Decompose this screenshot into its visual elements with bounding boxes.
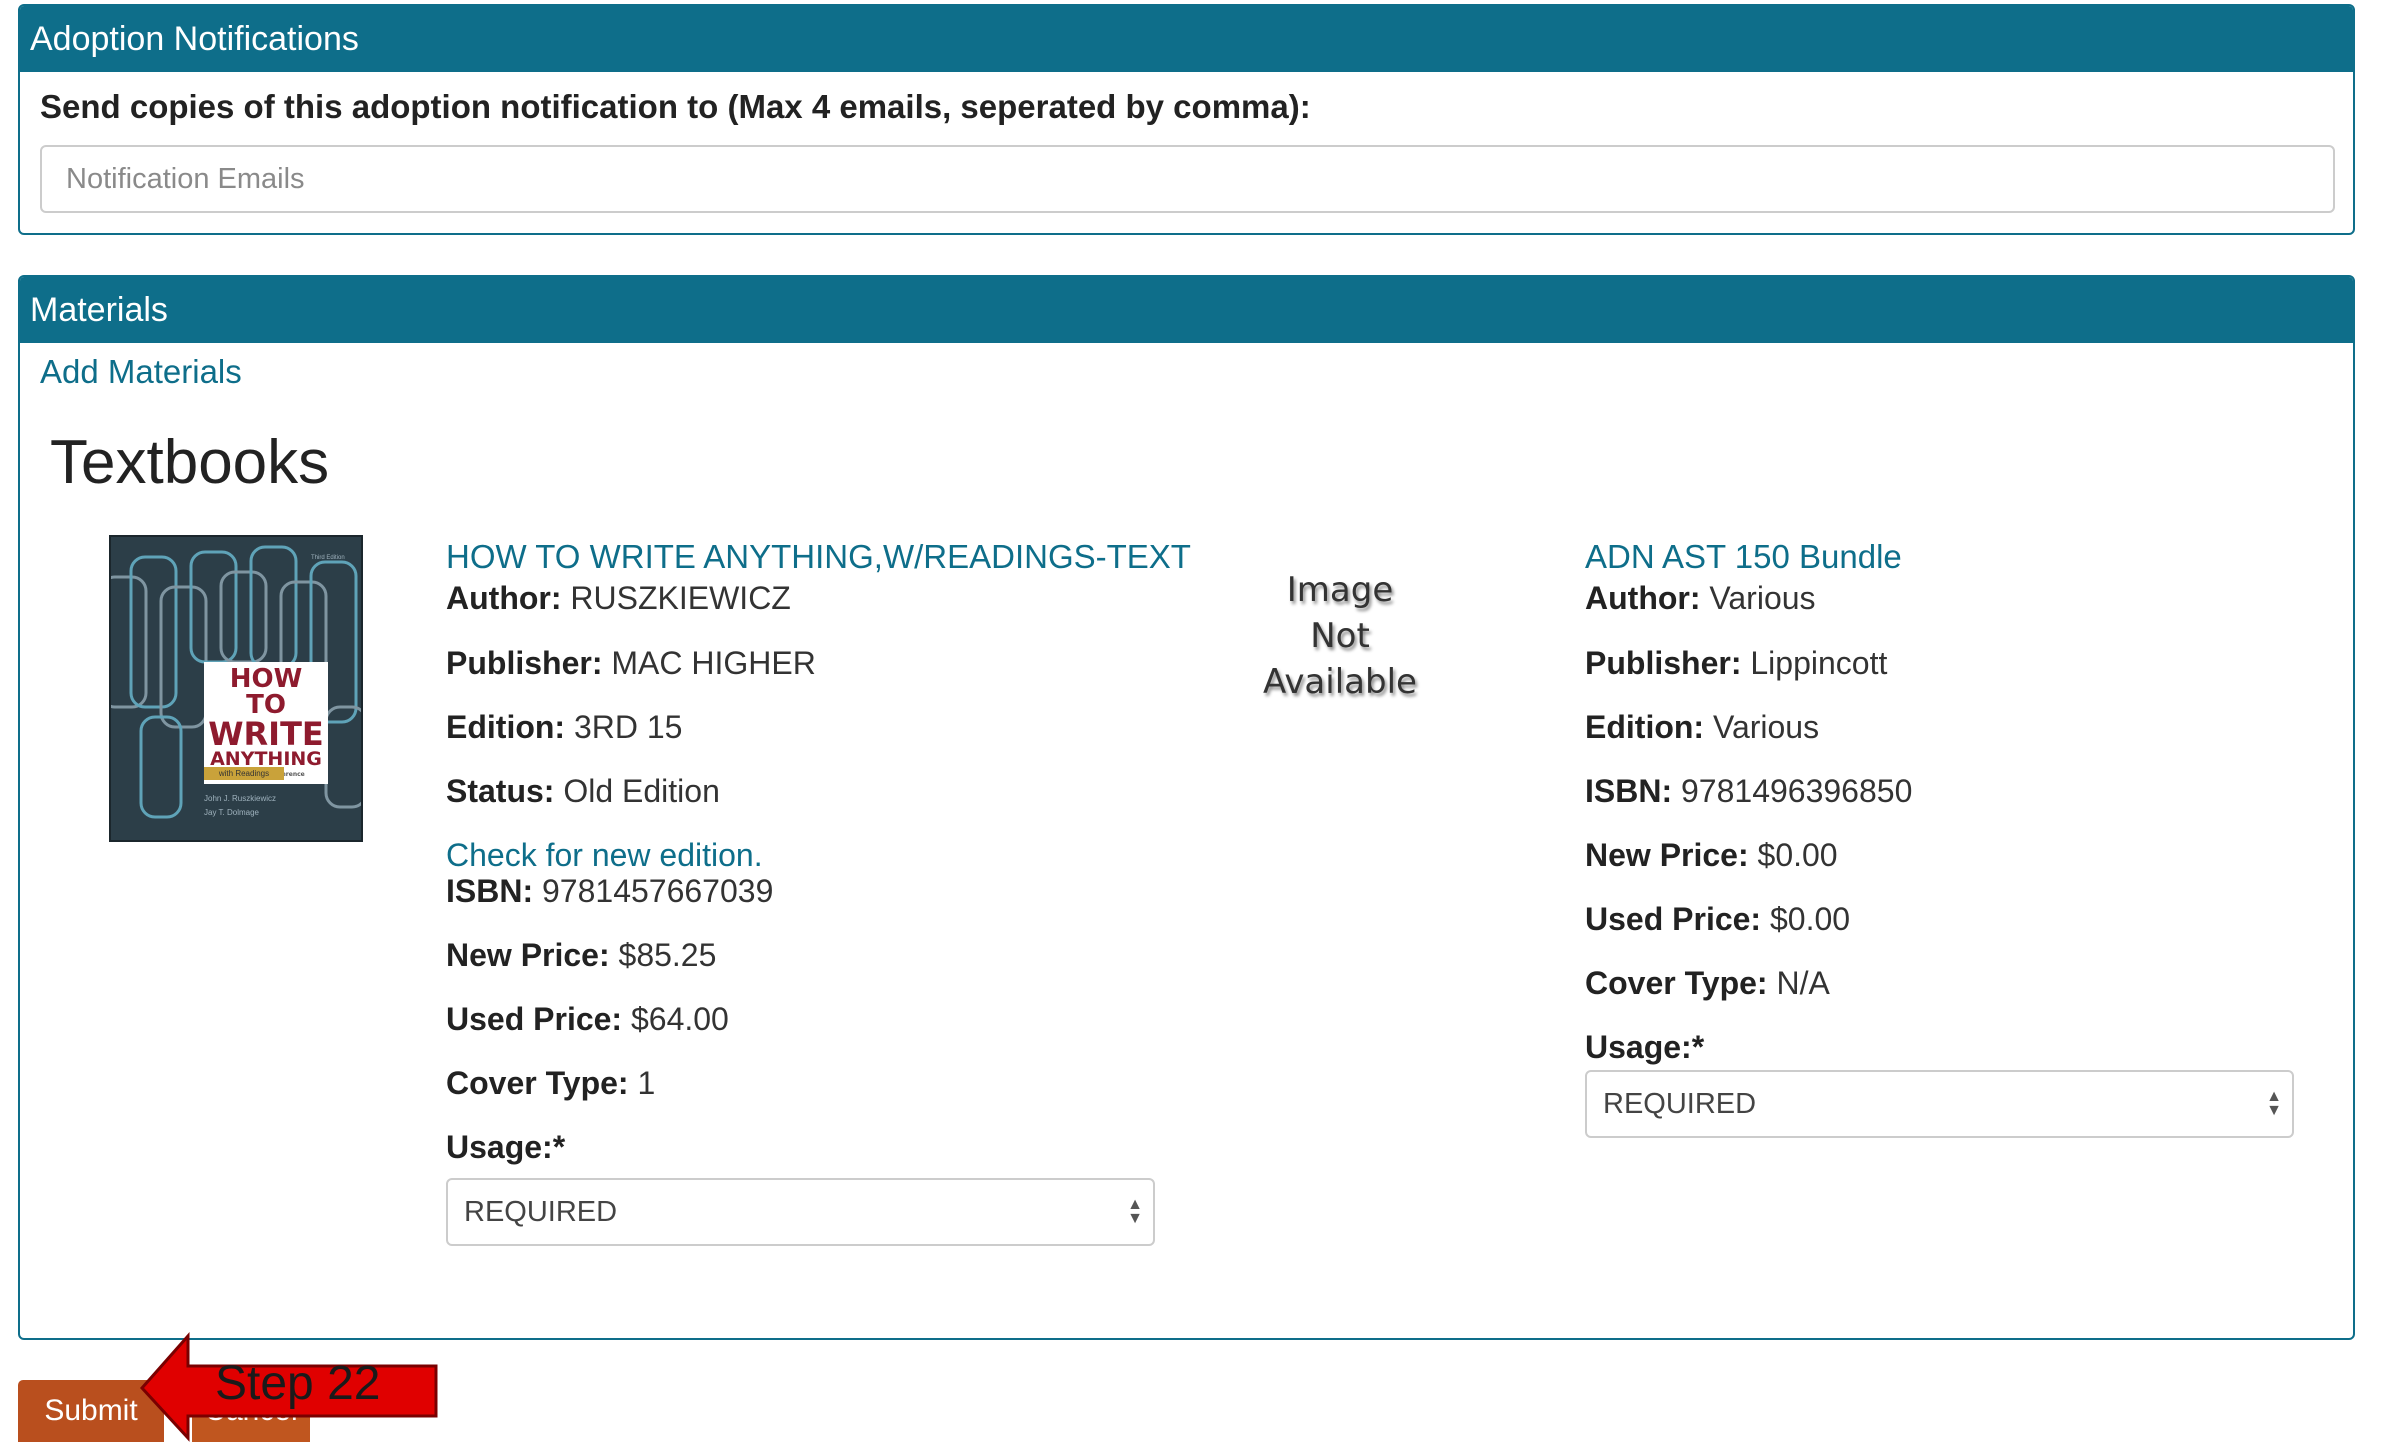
- step-callout-text: Step 22: [215, 1357, 381, 1410]
- book-2-usage-select[interactable]: REQUIRED ▲ ▼: [1585, 1070, 2294, 1138]
- book-1-details: HOW TO WRITE ANYTHING,W/READINGS-TEXT Au…: [446, 536, 1191, 1168]
- book-1-usage-value: REQUIRED: [464, 1196, 618, 1228]
- book-1-title-link[interactable]: HOW TO WRITE ANYTHING,W/READINGS-TEXT: [446, 536, 1191, 578]
- book-2-cover-type: Cover Type: N/A: [1585, 965, 1830, 1001]
- cover-edition-tag: Third Edition: [311, 555, 345, 561]
- no-image-line2: Not: [1310, 616, 1370, 656]
- book-2-new-price: New Price: $0.00: [1585, 837, 1838, 873]
- book-1-isbn: ISBN: 9781457667039: [446, 873, 774, 909]
- book-2-details: ADN AST 150 Bundle Author: Various Publi…: [1585, 536, 1912, 1068]
- book-1-usage-select[interactable]: REQUIRED ▲ ▼: [446, 1178, 1155, 1246]
- select-arrows-icon: ▲ ▼: [2266, 1088, 2282, 1119]
- adoption-notifications-panel: Adoption Notifications Send copies of th…: [18, 4, 2355, 235]
- book-1-new-price: New Price: $85.25: [446, 937, 717, 973]
- book-cover-image: Third Edition HOW TO WRITE ANYTHING A Gu…: [109, 535, 363, 842]
- cover-title-line1: HOW TO: [229, 664, 303, 720]
- book-2-usage-label: Usage:*: [1585, 1029, 1705, 1065]
- cover-title-line2: WRITE: [208, 715, 324, 753]
- cover-author2: Jay T. Dolmage: [204, 808, 259, 817]
- cover-authors: John J. Ruszkiewicz Jay T. Dolmage: [204, 792, 276, 820]
- book-1-used-price: Used Price: $64.00: [446, 1001, 729, 1037]
- book-2-publisher: Publisher: Lippincott: [1585, 645, 1888, 681]
- book-1-author: Author: RUSZKIEWICZ: [446, 580, 791, 616]
- add-materials-link[interactable]: Add Materials: [40, 353, 242, 391]
- book-2-title-link[interactable]: ADN AST 150 Bundle: [1585, 536, 1912, 578]
- cover-pill: with Readings: [204, 767, 284, 780]
- no-image-line3: Available: [1263, 662, 1417, 702]
- book-2-author: Author: Various: [1585, 580, 1816, 616]
- cover-title-block: HOW TO WRITE ANYTHING A Guide and Refere…: [204, 662, 328, 784]
- notification-emails-input[interactable]: [40, 145, 2335, 213]
- select-arrows-icon: ▲ ▼: [1127, 1196, 1143, 1227]
- book-1-cover-type: Cover Type: 1: [446, 1065, 656, 1101]
- book-1-usage-label: Usage:*: [446, 1129, 566, 1165]
- materials-panel: Materials Add Materials Textbooks Third …: [18, 275, 2355, 1340]
- book-2-used-price: Used Price: $0.00: [1585, 901, 1851, 937]
- book-1-status: Status: Old Edition: [446, 773, 720, 809]
- notification-emails-label: Send copies of this adoption notificatio…: [40, 88, 1311, 125]
- book-2-edition: Edition: Various: [1585, 709, 1820, 745]
- adoption-notifications-header: Adoption Notifications: [20, 6, 2353, 72]
- book-1-publisher: Publisher: MAC HIGHER: [446, 645, 816, 681]
- book-2-isbn: ISBN: 9781496396850: [1585, 773, 1913, 809]
- no-image-line1: Image: [1286, 570, 1394, 610]
- book-1-edition: Edition: 3RD 15: [446, 709, 683, 745]
- book-2-usage-value: REQUIRED: [1603, 1088, 1757, 1120]
- materials-header: Materials: [20, 277, 2353, 343]
- cover-author1: John J. Ruszkiewicz: [204, 794, 277, 803]
- textbooks-heading: Textbooks: [50, 428, 330, 497]
- image-not-available: Image Not Available: [1230, 567, 1450, 705]
